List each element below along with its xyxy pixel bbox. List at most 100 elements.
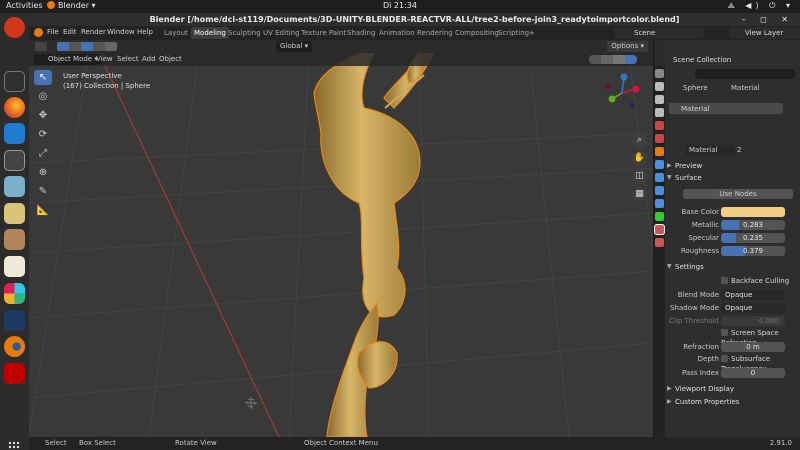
- measure-tool-icon[interactable]: 📐: [34, 203, 52, 218]
- texture-tab-icon[interactable]: [655, 238, 664, 247]
- tab-shading[interactable]: Shading: [344, 27, 378, 39]
- tool-tab-icon[interactable]: [655, 69, 664, 78]
- rotate-tool-icon[interactable]: ⟳: [34, 127, 52, 142]
- video-editor-icon[interactable]: [4, 150, 25, 171]
- firefox-icon[interactable]: [4, 97, 25, 118]
- data-tab-icon[interactable]: [655, 212, 664, 221]
- perspective-toggle-icon[interactable]: ▦: [632, 187, 647, 202]
- blender-logo-icon[interactable]: [34, 28, 43, 37]
- navigation-gizmo[interactable]: [602, 73, 642, 113]
- view-layer-tab-icon[interactable]: [655, 108, 664, 117]
- menu-window[interactable]: Window: [107, 28, 135, 36]
- zoom-icon[interactable]: ⌕: [632, 133, 647, 148]
- show-applications-icon[interactable]: [8, 441, 21, 450]
- menu-edit[interactable]: Edit: [63, 28, 77, 36]
- browser-icon[interactable]: [4, 17, 25, 38]
- scene-selector[interactable]: Scene: [614, 27, 704, 39]
- object-name[interactable]: Sphere: [683, 82, 708, 94]
- select-mode-icons[interactable]: [57, 42, 117, 51]
- tab-animation[interactable]: Animation: [376, 27, 418, 39]
- move-tool-icon[interactable]: ✥: [34, 108, 52, 123]
- shadow-mode-dropdown[interactable]: Opaque: [721, 303, 785, 313]
- menu-render[interactable]: Render: [81, 28, 106, 36]
- section-settings[interactable]: ▼ Settings: [665, 261, 800, 273]
- ssr-checkbox[interactable]: Screen Space Refraction: [721, 328, 800, 347]
- viewport-menu-object[interactable]: Object: [159, 55, 182, 63]
- screenshot-icon[interactable]: [4, 176, 25, 197]
- roughness-slider[interactable]: 0.379: [721, 246, 785, 256]
- constraints-tab-icon[interactable]: [655, 199, 664, 208]
- transform-tool-icon[interactable]: ⊕: [34, 165, 52, 180]
- options-dropdown[interactable]: Options ▾: [607, 41, 648, 52]
- 3d-viewport[interactable]: Object Mode ▾ View Select Add Object Use…: [29, 53, 653, 437]
- material-users[interactable]: 2: [737, 144, 741, 156]
- section-custom-properties[interactable]: ▶ Custom Properties: [665, 396, 800, 408]
- scene-tab-icon[interactable]: [655, 121, 664, 130]
- material-context[interactable]: Material: [731, 82, 759, 94]
- metallic-slider[interactable]: 0.283: [721, 220, 785, 230]
- annotate-tool-icon[interactable]: ✎: [34, 184, 52, 199]
- render-tab-icon[interactable]: [655, 82, 664, 91]
- world-tab-icon[interactable]: [655, 134, 664, 143]
- dropbox-icon[interactable]: [4, 310, 25, 331]
- specular-slider[interactable]: 0.235: [721, 233, 785, 243]
- tab-sculpting[interactable]: Sculpting: [225, 27, 264, 39]
- files-icon[interactable]: [4, 229, 25, 250]
- text-editor-icon[interactable]: [4, 256, 25, 277]
- status-context-menu: Object Context Menu: [304, 439, 378, 447]
- vscode-icon[interactable]: [4, 123, 25, 144]
- add-workspace-icon[interactable]: +: [526, 27, 538, 39]
- shadow-mode-value: Opaque: [725, 304, 753, 312]
- section-viewport-display[interactable]: ▶ Viewport Display: [665, 383, 800, 395]
- tab-layout[interactable]: Layout: [161, 27, 191, 39]
- 3d-cursor-icon[interactable]: [245, 397, 257, 409]
- transform-orientation-dropdown[interactable]: Global ▾: [276, 41, 313, 52]
- output-tab-icon[interactable]: [655, 95, 664, 104]
- tab-rendering[interactable]: Rendering: [414, 27, 456, 39]
- physics-tab-icon[interactable]: [655, 186, 664, 195]
- slack-icon[interactable]: [4, 283, 25, 304]
- backface-culling-checkbox[interactable]: Backface Culling: [721, 276, 789, 286]
- section-preview[interactable]: ▶ Preview: [665, 160, 800, 172]
- viewport-menu-view[interactable]: View: [96, 55, 113, 63]
- clock[interactable]: Di 21:34: [0, 1, 800, 10]
- material-tab-icon[interactable]: [655, 225, 664, 234]
- view-layer-selector[interactable]: View Layer: [729, 27, 800, 39]
- tab-modeling[interactable]: Modeling: [191, 27, 229, 39]
- subsurface-checkbox[interactable]: Subsurface Translucency: [721, 354, 800, 373]
- filezilla-icon[interactable]: [4, 363, 25, 384]
- viewport-menu-add[interactable]: Add: [142, 55, 156, 63]
- image-viewer-icon[interactable]: [4, 203, 25, 224]
- window-controls[interactable]: – ◻ ✕: [742, 13, 794, 26]
- tree-mesh-sphere[interactable]: [313, 53, 435, 437]
- material-slot[interactable]: Material: [669, 103, 783, 114]
- editor-type-icon[interactable]: [35, 42, 47, 51]
- pan-hand-icon[interactable]: ✋: [632, 151, 647, 166]
- select-tool-icon[interactable]: ↖: [34, 70, 52, 85]
- scale-tool-icon[interactable]: ⤢: [34, 146, 52, 161]
- cursor-tool-icon[interactable]: ◎: [34, 89, 52, 104]
- terminal-icon[interactable]: [4, 71, 25, 92]
- menu-file[interactable]: File: [47, 28, 59, 36]
- particles-tab-icon[interactable]: [655, 173, 664, 182]
- menu-help[interactable]: Help: [137, 28, 153, 36]
- tab-uv-editing[interactable]: UV Editing: [260, 27, 303, 39]
- scene-name: Scene: [634, 29, 656, 37]
- material-name-field[interactable]: Material: [685, 145, 735, 155]
- modifier-tab-icon[interactable]: [655, 160, 664, 169]
- blend-mode-dropdown[interactable]: Opaque: [721, 290, 785, 300]
- system-tray[interactable]: ⟁ ◀) ⏻ ▾: [728, 1, 794, 11]
- tab-texture-paint[interactable]: Texture Paint: [298, 27, 349, 39]
- viewport-menu-select[interactable]: Select: [117, 55, 139, 63]
- pass-index-field[interactable]: 0: [721, 368, 785, 378]
- section-surface[interactable]: ▼ Surface: [665, 172, 800, 184]
- object-tab-icon[interactable]: [655, 147, 664, 156]
- use-nodes-button[interactable]: Use Nodes: [683, 189, 793, 199]
- search-input[interactable]: [695, 69, 795, 79]
- camera-icon[interactable]: ◫: [632, 169, 647, 184]
- shading-mode-icons[interactable]: [589, 55, 637, 64]
- object-mode-dropdown[interactable]: Object Mode ▾: [34, 54, 102, 65]
- base-color-swatch[interactable]: [721, 207, 785, 217]
- blender-dock-icon[interactable]: [4, 336, 25, 357]
- refraction-depth-field[interactable]: 0 m: [721, 342, 785, 352]
